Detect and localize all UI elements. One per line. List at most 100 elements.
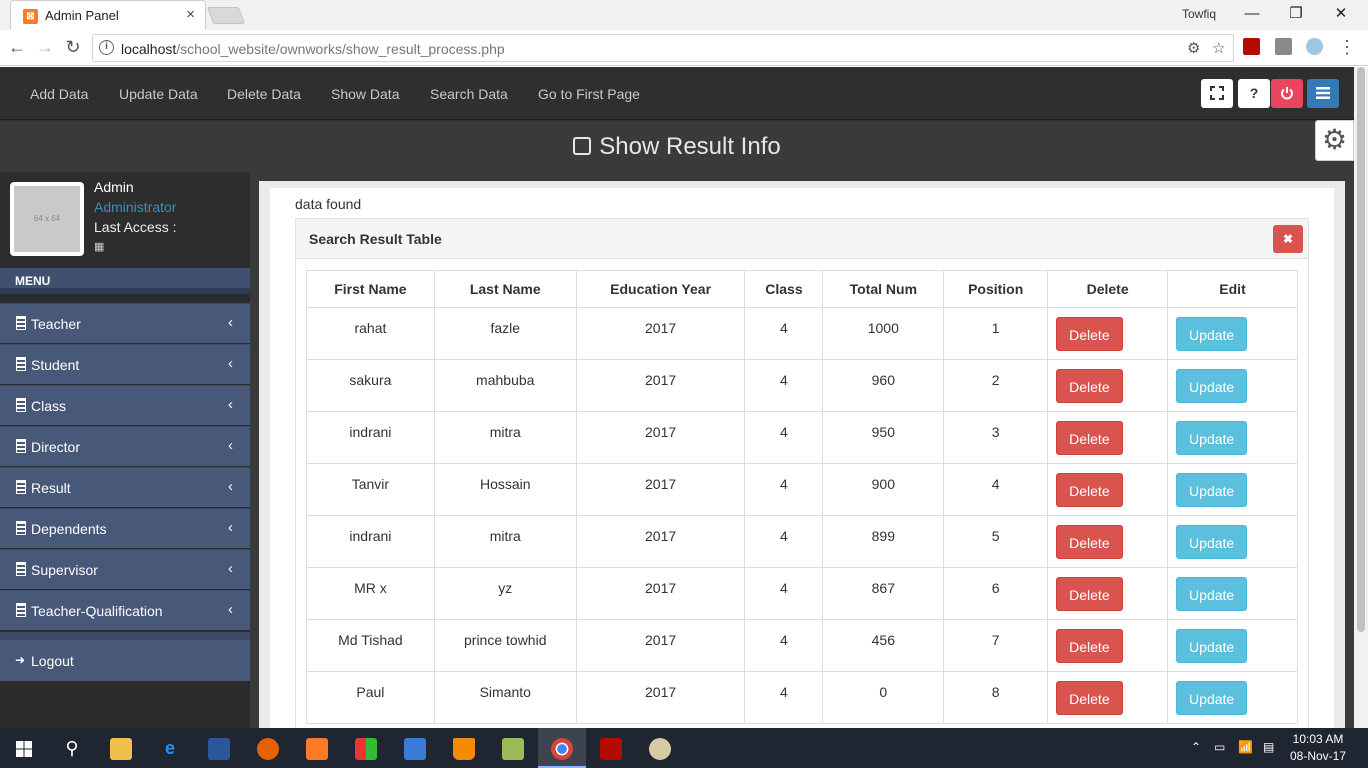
paint-icon[interactable] [636, 728, 684, 768]
back-icon[interactable]: ← [6, 36, 28, 58]
sidebar-item-class[interactable]: Class ‹ [0, 385, 250, 425]
forward-icon[interactable]: → [34, 36, 56, 58]
extension-icon[interactable] [1275, 38, 1292, 55]
translate-icon[interactable]: ⚙ [1187, 39, 1200, 57]
page-scrollbar[interactable] [1354, 67, 1368, 728]
sidebar-item-supervisor[interactable]: Supervisor ‹ [0, 549, 250, 589]
sidebar-item-dependents[interactable]: Dependents ‹ [0, 508, 250, 548]
tray-chevron-up-icon[interactable]: ⌃ [1191, 740, 1201, 754]
update-button[interactable]: Update [1176, 681, 1248, 715]
logout-link[interactable]: ➜ Logout [0, 640, 250, 681]
delete-button[interactable]: Delete [1056, 369, 1123, 403]
delete-button[interactable]: Delete [1056, 317, 1123, 351]
sidebar-item-teacher[interactable]: Teacher ‹ [0, 303, 250, 343]
title-bar: Show Result Info [0, 121, 1354, 172]
edge-icon[interactable]: e [146, 728, 194, 768]
close-box-button[interactable]: ✖ [1273, 225, 1303, 253]
table-cell: 456 [822, 619, 945, 672]
menu-toggle-button[interactable] [1307, 79, 1339, 108]
update-button[interactable]: Update [1176, 369, 1248, 403]
update-button[interactable]: Update [1176, 577, 1248, 611]
nav-delete-data[interactable]: Delete Data [227, 86, 301, 102]
nav-first-page[interactable]: Go to First Page [538, 86, 640, 102]
nav-search-data[interactable]: Search Data [430, 86, 508, 102]
table-cell: 900 [822, 463, 945, 516]
close-window-icon[interactable]: ✕ [1326, 3, 1356, 25]
result-box: Search Result Table ✖ First Name Last Na… [295, 218, 1309, 728]
network-icon[interactable]: 📶 [1238, 740, 1253, 754]
info-icon[interactable]: i [99, 40, 114, 55]
acrobat-icon[interactable] [587, 728, 635, 768]
sidebar-item-result[interactable]: Result ‹ [0, 467, 250, 507]
xampp-icon[interactable] [293, 728, 341, 768]
update-button[interactable]: Update [1176, 421, 1248, 455]
update-button[interactable]: Update [1176, 525, 1248, 559]
system-clock[interactable]: 10:03 AM 08-Nov-17 [1283, 731, 1353, 765]
skype-extension-icon[interactable] [1306, 38, 1323, 55]
matlab-icon[interactable] [391, 728, 439, 768]
new-tab-button[interactable] [206, 7, 246, 24]
app-grid-icon[interactable] [342, 728, 390, 768]
settings-gear-button[interactable]: ⚙ [1315, 120, 1354, 161]
chrome-menu-icon[interactable]: ⋮ [1336, 36, 1358, 58]
power-button[interactable] [1271, 79, 1303, 108]
building-icon [16, 603, 26, 617]
delete-button[interactable]: Delete [1056, 577, 1123, 611]
scrollbar-thumb[interactable] [1357, 67, 1365, 632]
table-cell: mahbuba [433, 359, 577, 412]
chrome-icon[interactable] [538, 728, 586, 768]
battery-icon[interactable]: ▭ [1214, 740, 1225, 754]
delete-button[interactable]: Delete [1056, 525, 1123, 559]
address-bar[interactable]: i localhost/school_website/ownworks/show… [92, 34, 1234, 62]
browser-tab[interactable]: ⊠ Admin Panel × [10, 0, 206, 30]
profile-name[interactable]: Towfiq [1182, 7, 1216, 21]
delete-button[interactable]: Delete [1056, 473, 1123, 507]
minimize-icon[interactable]: — [1237, 3, 1267, 25]
col-education-year: Education Year [575, 270, 746, 308]
bookmark-star-icon[interactable]: ☆ [1212, 39, 1225, 57]
nav-update-data[interactable]: Update Data [119, 86, 198, 102]
restore-icon[interactable]: ❐ [1281, 3, 1311, 25]
windows-start-icon[interactable] [0, 728, 48, 768]
table-cell: 2017 [575, 411, 746, 464]
sidebar-item-director[interactable]: Director ‹ [0, 426, 250, 466]
vlc-icon[interactable] [440, 728, 488, 768]
delete-button[interactable]: Delete [1056, 421, 1123, 455]
chevron-left-icon: ‹ [228, 560, 233, 577]
pdf-extension-icon[interactable] [1243, 38, 1260, 55]
sidebar-item-teacher-qualification[interactable]: Teacher-Qualification ‹ [0, 590, 250, 630]
table-row: Paul Simanto 2017 4 0 8 Delete Update [306, 671, 1298, 724]
table-cell: sakura [306, 359, 435, 412]
update-button[interactable]: Update [1176, 473, 1248, 507]
help-button[interactable]: ? [1238, 79, 1270, 108]
results-table: First Name Last Name Education Year Clas… [306, 270, 1298, 724]
word-icon[interactable] [195, 728, 243, 768]
power-icon [1281, 87, 1293, 100]
table-row: indrani mitra 2017 4 950 3 Delete Update [306, 411, 1298, 464]
delete-button[interactable]: Delete [1056, 629, 1123, 663]
nav-show-data[interactable]: Show Data [331, 86, 399, 102]
file-explorer-icon[interactable] [97, 728, 145, 768]
browser-toolbar: ← → ↻ i localhost/school_website/ownwork… [0, 30, 1368, 66]
firefox-icon[interactable] [244, 728, 292, 768]
reload-icon[interactable]: ↻ [62, 36, 84, 58]
nav-add-data[interactable]: Add Data [30, 86, 88, 102]
table-row: Tanvir Hossain 2017 4 900 4 Delete Update [306, 463, 1298, 516]
spreadsheet-icon[interactable] [489, 728, 537, 768]
table-cell: 4 [744, 411, 824, 464]
delete-cell: Delete [1047, 567, 1169, 620]
tab-close-icon[interactable]: × [186, 6, 195, 23]
user-role[interactable]: Administrator [94, 199, 176, 215]
update-button[interactable]: Update [1176, 629, 1248, 663]
notification-icon[interactable]: ▤ [1263, 740, 1274, 754]
edit-cell: Update [1167, 411, 1298, 464]
delete-button[interactable]: Delete [1056, 681, 1123, 715]
building-icon [16, 357, 26, 371]
search-icon[interactable]: ⚲ [48, 728, 96, 768]
box-header: Search Result Table ✖ [296, 219, 1308, 259]
xampp-favicon-icon: ⊠ [23, 9, 38, 24]
fullscreen-button[interactable] [1201, 79, 1233, 108]
update-button[interactable]: Update [1176, 317, 1248, 351]
sidebar-item-student[interactable]: Student ‹ [0, 344, 250, 384]
table-cell: indrani [306, 411, 435, 464]
